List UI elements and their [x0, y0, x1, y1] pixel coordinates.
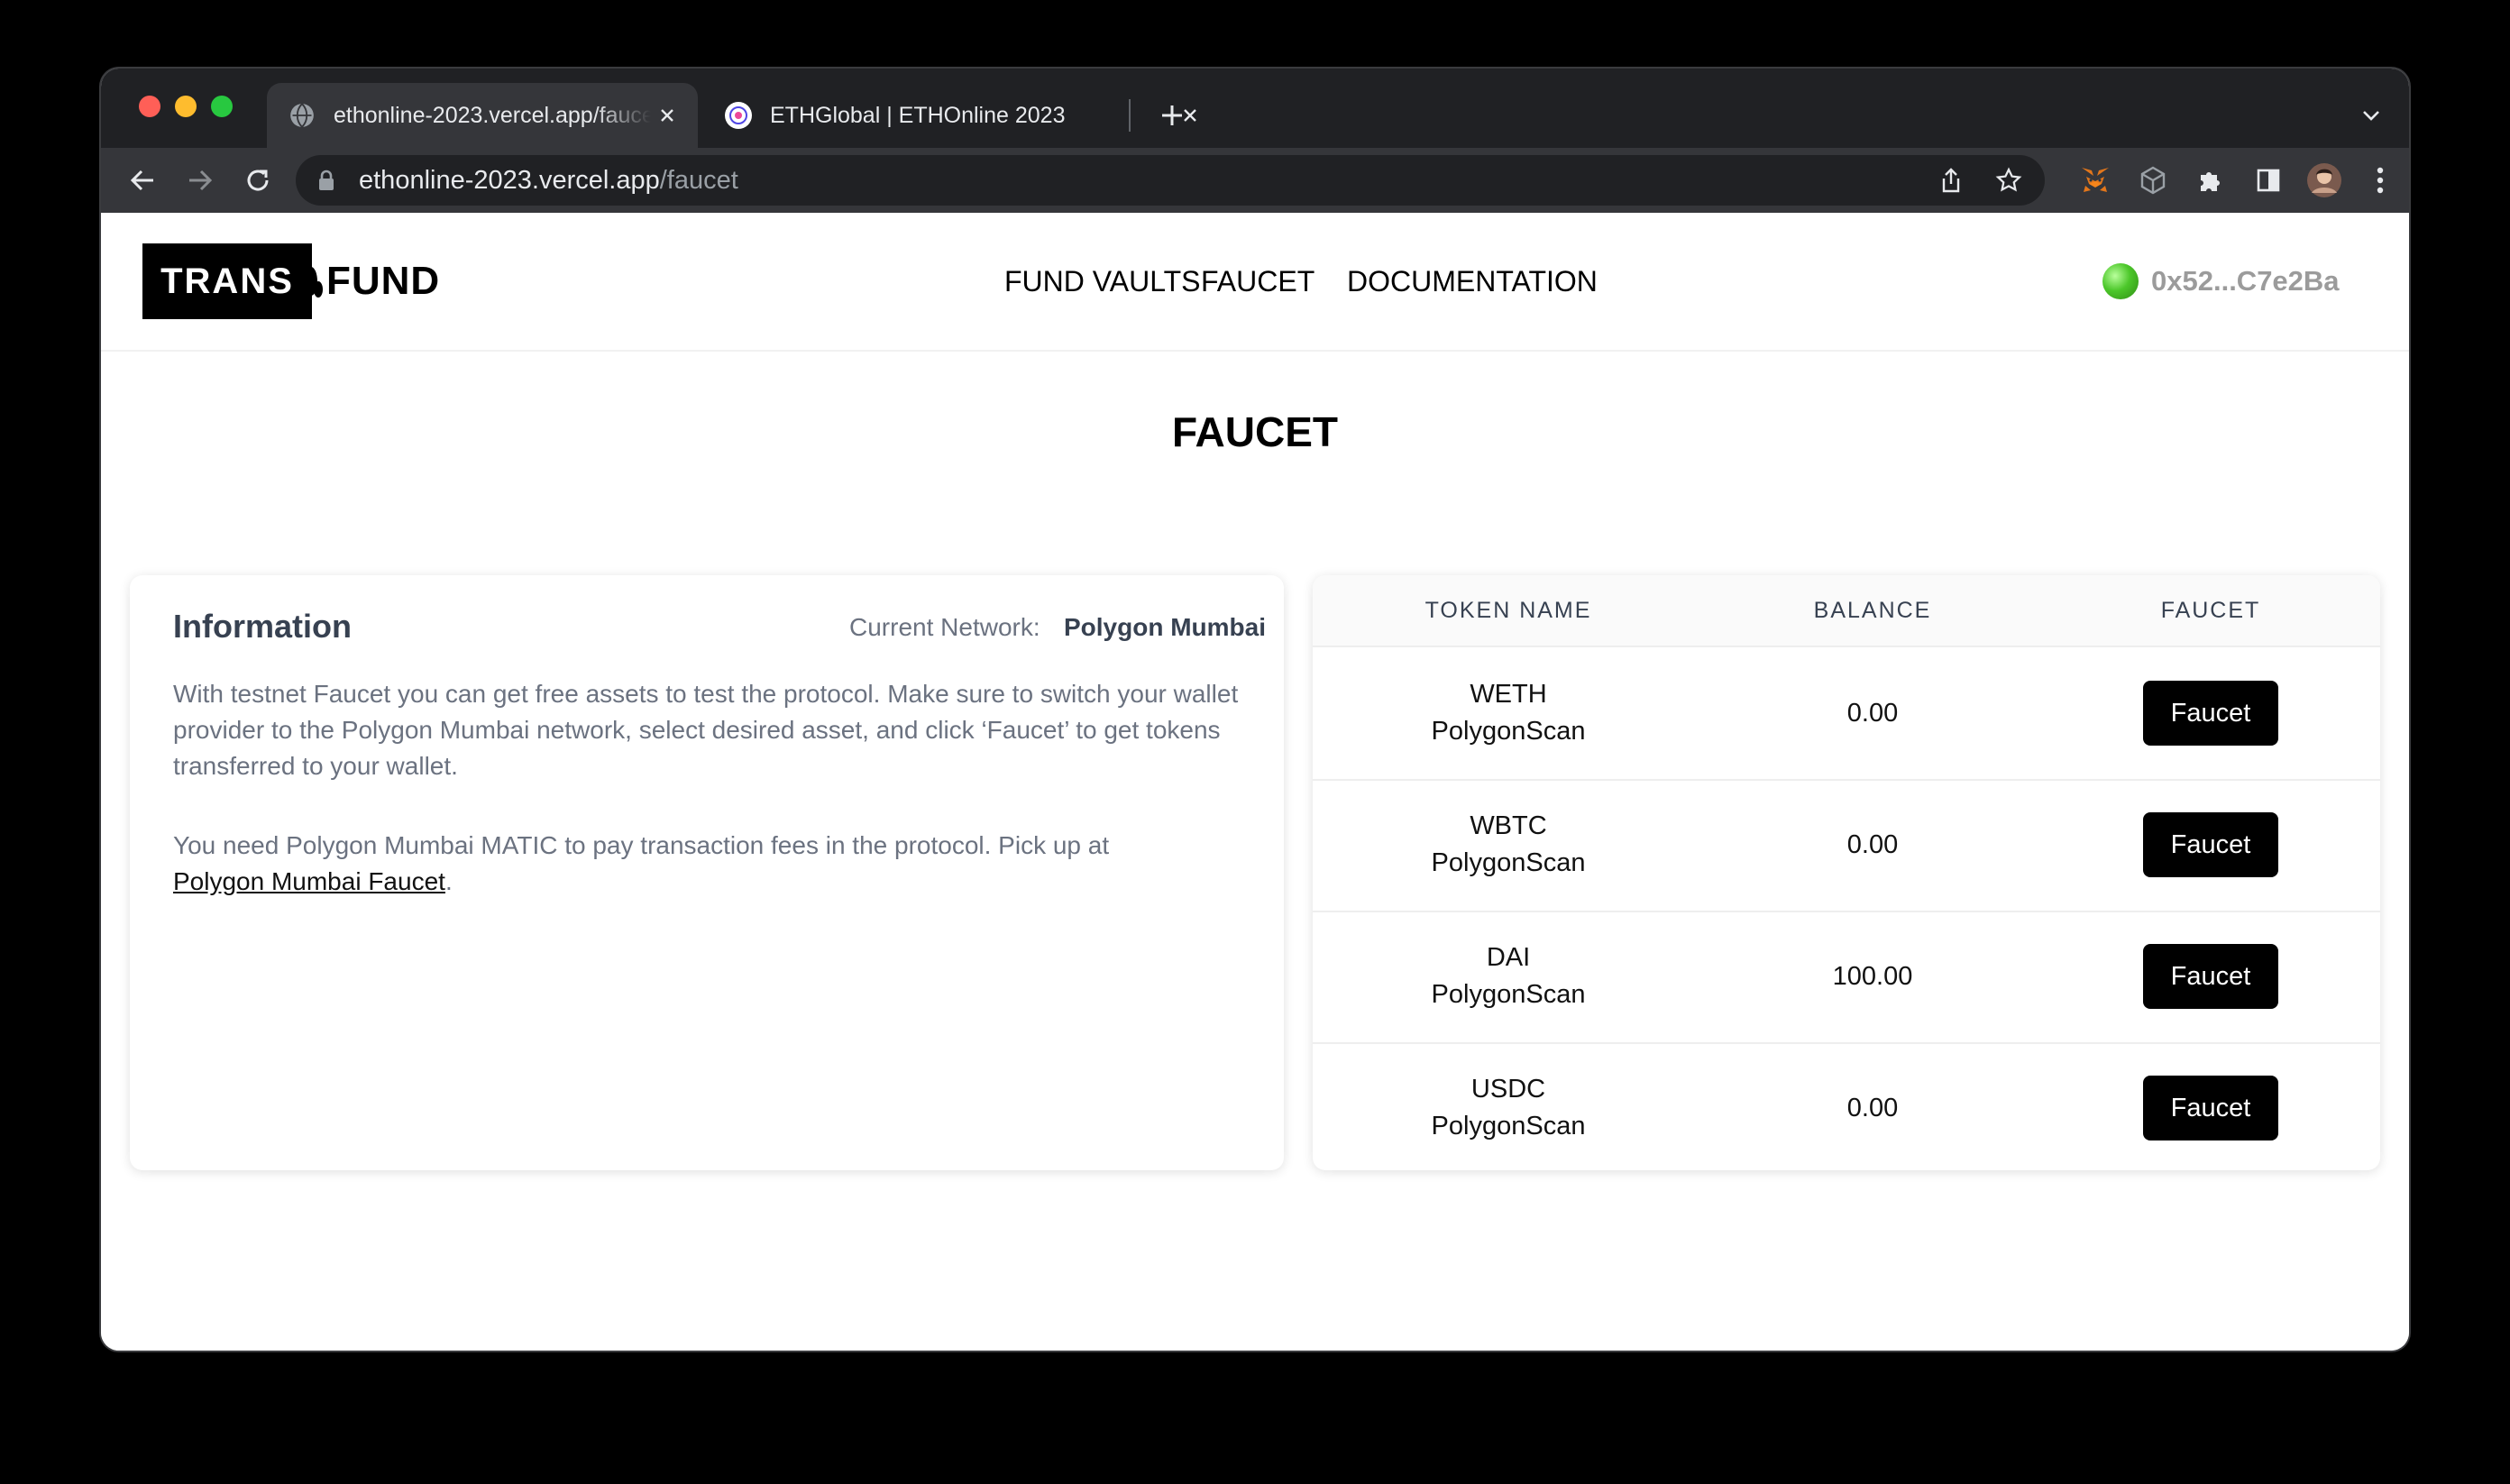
extensions-puzzle-icon[interactable] — [2191, 160, 2231, 200]
information-card: Information Current Network: Polygon Mum… — [130, 575, 1284, 1170]
token-name: USDC — [1470, 1075, 1546, 1104]
token-cell: WBTC PolygonScan — [1313, 779, 1704, 911]
back-arrow-icon[interactable] — [123, 160, 162, 200]
token-name: WBTC — [1470, 811, 1547, 840]
page-content: TRANS FUND FUND VAULTS FAUCET DOCUMENTAT… — [101, 213, 2409, 1351]
page-title: FAUCET — [1172, 408, 1338, 455]
reload-icon[interactable] — [238, 160, 278, 200]
logo-notch — [314, 281, 323, 298]
wallet-button[interactable]: 0x52...C7e2Ba — [2102, 260, 2340, 303]
lock-icon[interactable] — [317, 169, 337, 192]
table-row: DAI PolygonScan 100.00 Faucet — [1313, 911, 2380, 1044]
token-name: DAI — [1486, 943, 1531, 972]
faucet-description: With testnet Faucet you can get free ass… — [173, 680, 1239, 780]
browser-toolbar: ethonline-2023.vercel.app/faucet — [101, 148, 2409, 213]
ethglobal-icon — [725, 102, 752, 129]
polygonscan-link[interactable]: PolygonScan — [1432, 1112, 1586, 1141]
balance-cell: 100.00 — [1832, 961, 1913, 991]
column-header-token-name: TOKEN NAME — [1424, 597, 1592, 623]
token-cell: USDC PolygonScan — [1313, 1042, 1704, 1170]
wallet-address: 0x52...C7e2Ba — [2151, 265, 2340, 297]
tab-title: ETHGlobal | ETHOnline 2023 — [770, 102, 1066, 128]
faucet-button[interactable]: Faucet — [2143, 944, 2278, 1009]
wallet-status-icon — [2102, 263, 2139, 299]
transfund-logo[interactable]: TRANS FUND — [142, 243, 458, 319]
token-cell: WETH PolygonScan — [1313, 647, 1704, 779]
logo-fund: FUND — [326, 259, 441, 303]
faucet-button[interactable]: Faucet — [2143, 1076, 2278, 1140]
minimize-window-button[interactable] — [175, 96, 197, 117]
balance-cell: 0.00 — [1846, 698, 1899, 728]
polygonscan-link[interactable]: PolygonScan — [1432, 848, 1586, 878]
information-title: Information — [173, 608, 352, 645]
globe-icon — [289, 102, 316, 129]
tab-strip: ethonline-2023.vercel.app/faucet ETHGlob… — [101, 69, 2409, 148]
balance-cell: 0.00 — [1846, 829, 1899, 859]
bookmark-star-icon[interactable] — [1989, 160, 2029, 200]
token-name: WETH — [1470, 680, 1547, 709]
metamask-fox-icon[interactable] — [2075, 160, 2115, 200]
table-row: USDC PolygonScan 0.00 Faucet — [1313, 1042, 2380, 1170]
polygonscan-link[interactable]: PolygonScan — [1432, 717, 1586, 747]
more-menu-icon[interactable] — [2360, 160, 2400, 200]
tokens-table: TOKEN NAME BALANCE FAUCET WETH PolygonSc… — [1313, 575, 2380, 1170]
tab-search-chevron-icon[interactable] — [2353, 97, 2389, 133]
network-label: Current Network: — [849, 613, 1040, 641]
close-window-button[interactable] — [139, 96, 160, 117]
nav-fund-vaults[interactable]: FUND VAULTS — [1004, 265, 1201, 298]
site-header: TRANS FUND FUND VAULTS FAUCET DOCUMENTAT… — [101, 213, 2409, 352]
faucet-cell: Faucet — [2041, 779, 2380, 911]
table-row: WETH PolygonScan 0.00 Faucet — [1313, 647, 2380, 781]
nav-documentation[interactable]: DOCUMENTATION — [1347, 265, 1598, 298]
forward-arrow-icon[interactable] — [180, 160, 220, 200]
column-header-balance: BALANCE — [1813, 597, 1932, 623]
table-header: TOKEN NAME BALANCE FAUCET — [1313, 575, 2380, 647]
tab-ethglobal[interactable]: ETHGlobal | ETHOnline 2023 — [703, 83, 1221, 148]
tab-separator — [1129, 99, 1131, 132]
token-cell: DAI PolygonScan — [1313, 911, 1704, 1042]
logo-trans: TRANS — [142, 243, 312, 319]
faucet-cell: Faucet — [2041, 911, 2380, 1042]
side-panel-icon[interactable] — [2249, 160, 2288, 200]
nav-faucet[interactable]: FAUCET — [1201, 265, 1315, 298]
tab-faucet[interactable]: ethonline-2023.vercel.app/faucet — [267, 83, 698, 148]
column-header-faucet: FAUCET — [2160, 597, 2261, 623]
profile-avatar[interactable] — [2304, 160, 2344, 200]
faucet-button[interactable]: Faucet — [2143, 681, 2278, 746]
share-icon[interactable] — [1931, 160, 1971, 200]
url-text: ethonline-2023.vercel.app/faucet — [359, 165, 738, 195]
faucet-cell: Faucet — [2041, 647, 2380, 779]
zoom-window-button[interactable] — [211, 96, 233, 117]
extension-cube-icon[interactable] — [2133, 160, 2173, 200]
balance-cell: 0.00 — [1846, 1093, 1899, 1122]
polygon-mumbai-faucet-link[interactable]: Polygon Mumbai Faucet — [173, 867, 445, 895]
faucet-button[interactable]: Faucet — [2143, 812, 2278, 877]
network-value: Polygon Mumbai — [1064, 613, 1266, 641]
address-bar[interactable]: ethonline-2023.vercel.app/faucet — [296, 155, 2045, 206]
browser-window: ethonline-2023.vercel.app/faucet ETHGlob… — [101, 69, 2409, 1351]
faucet-cell: Faucet — [2041, 1042, 2380, 1170]
new-tab-button[interactable] — [1152, 96, 1192, 135]
tab-title: ethonline-2023.vercel.app/faucet — [334, 102, 651, 128]
table-row: WBTC PolygonScan 0.00 Faucet — [1313, 779, 2380, 912]
polygonscan-link[interactable]: PolygonScan — [1432, 980, 1586, 1010]
close-tab-icon[interactable] — [651, 99, 683, 132]
matic-note: You need Polygon Mumbai MATIC to pay tra… — [173, 831, 1110, 895]
